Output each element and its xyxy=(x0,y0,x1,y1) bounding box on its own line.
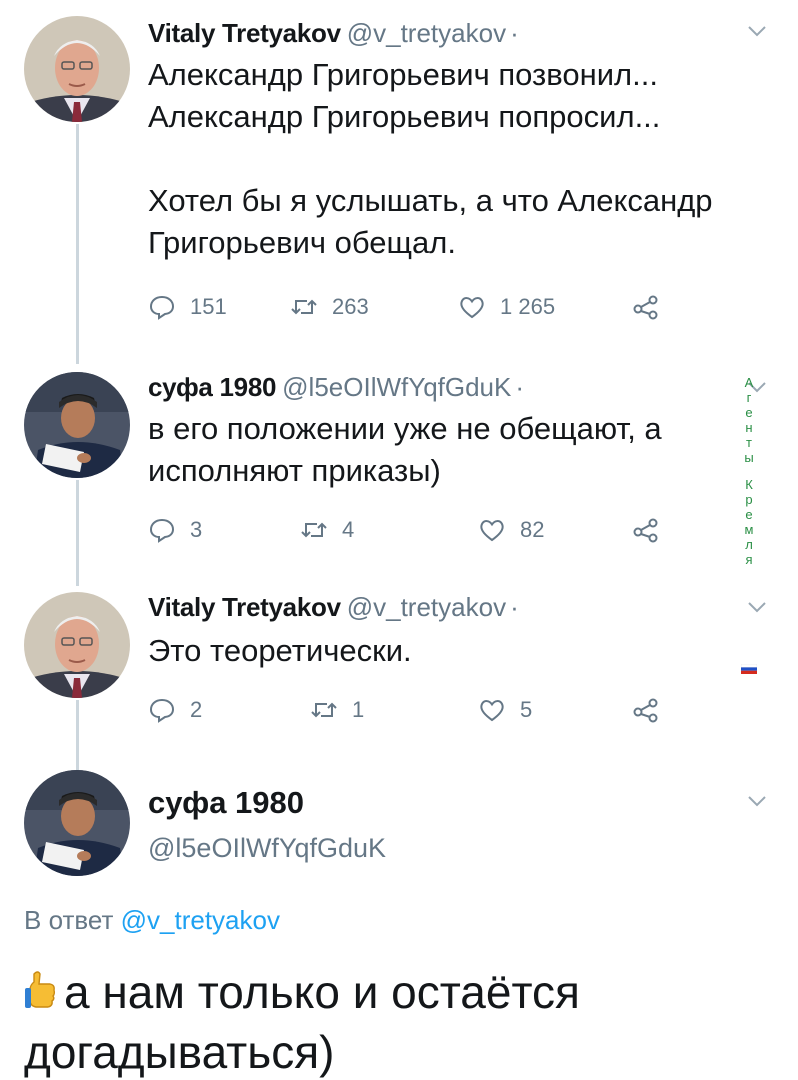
retweet-button[interactable]: 4 xyxy=(300,516,354,544)
share-button[interactable] xyxy=(632,516,674,544)
main-tweet-text: а нам только и остаётся догадываться) xyxy=(24,962,784,1080)
like-count: 5 xyxy=(520,697,533,722)
reply-icon xyxy=(149,698,175,723)
tweet-text: в его положении уже не обещают, а исполн… xyxy=(148,411,662,488)
share-button[interactable] xyxy=(632,696,674,724)
share-icon xyxy=(633,518,658,543)
thread-line xyxy=(76,700,79,770)
watermark-letter: ы xyxy=(744,450,754,465)
reply-context: В ответ @v_tretyakov xyxy=(24,905,280,936)
avatar[interactable] xyxy=(24,372,130,478)
author-handle[interactable]: @l5eOIlWfYqfGduK xyxy=(148,833,386,864)
author-name[interactable]: Vitaly Tretyakov xyxy=(148,18,341,48)
retweet-count: 1 xyxy=(352,697,365,722)
like-button[interactable]: 82 xyxy=(478,516,544,544)
tweet-text: Это теоретически. xyxy=(148,633,412,668)
tweet-header: Vitaly Tretyakov @v_tretyakov · xyxy=(148,592,519,623)
watermark-letter: е xyxy=(745,507,753,522)
share-icon xyxy=(633,295,658,320)
watermark-letter: р xyxy=(745,492,753,507)
reply-button[interactable]: 2 xyxy=(148,696,202,724)
watermark-letter: я xyxy=(745,552,753,567)
watermark: А г е н т ы К р е м л я xyxy=(738,375,760,567)
tweet-text: Александр Григорьевич позвонил... Алекса… xyxy=(148,57,713,260)
author-name[interactable]: суфа 1980 xyxy=(148,372,276,402)
reply-count: 2 xyxy=(190,697,203,722)
reply-handle-link[interactable]: @v_tretyakov xyxy=(121,905,280,935)
like-button[interactable]: 1 265 xyxy=(458,293,555,321)
caret-down-icon[interactable] xyxy=(746,20,768,42)
retweet-count: 263 xyxy=(332,294,369,319)
like-icon xyxy=(480,520,504,542)
share-button[interactable] xyxy=(632,293,674,321)
retweet-button[interactable]: 263 xyxy=(290,293,369,321)
thumbs-up-emoji xyxy=(25,971,56,1008)
watermark-letter: т xyxy=(746,435,752,450)
retweet-icon xyxy=(301,522,327,538)
author-handle[interactable]: @l5eOIlWfYqfGduK xyxy=(282,372,511,402)
watermark-letter: н xyxy=(745,420,753,435)
retweet-count: 4 xyxy=(342,517,355,542)
like-button[interactable]: 5 xyxy=(478,696,532,724)
reply-count: 151 xyxy=(190,294,227,319)
avatar[interactable] xyxy=(24,770,130,876)
watermark-letter: м xyxy=(744,522,754,537)
author-name[interactable]: Vitaly Tretyakov xyxy=(148,592,341,622)
reply-prefix: В ответ xyxy=(24,905,121,935)
reply-icon xyxy=(149,295,175,320)
avatar[interactable] xyxy=(24,592,130,698)
author-handle[interactable]: @v_tretyakov xyxy=(347,18,506,48)
retweet-icon xyxy=(311,702,337,718)
caret-down-icon[interactable] xyxy=(746,790,768,812)
retweet-button[interactable]: 1 xyxy=(310,696,364,724)
reply-icon xyxy=(149,518,175,543)
russia-flag-icon xyxy=(741,664,757,674)
reply-button[interactable]: 3 xyxy=(148,516,202,544)
watermark-letter: г xyxy=(746,390,752,405)
separator-dot: · xyxy=(515,372,525,402)
separator-dot: · xyxy=(510,592,519,622)
retweet-icon xyxy=(291,299,317,315)
like-icon xyxy=(460,297,484,319)
share-icon xyxy=(633,698,658,723)
author-name[interactable]: суфа 1980 xyxy=(148,785,304,821)
thread-line xyxy=(76,480,79,586)
author-handle[interactable]: @v_tretyakov xyxy=(347,592,506,622)
watermark-letter: л xyxy=(745,537,753,552)
tweet-header: Vitaly Tretyakov @v_tretyakov · xyxy=(148,18,519,49)
reply-count: 3 xyxy=(190,517,203,542)
caret-down-icon[interactable] xyxy=(746,596,768,618)
like-count: 1 265 xyxy=(500,294,556,319)
main-tweet-content: а нам только и остаётся догадываться) xyxy=(24,966,580,1078)
avatar[interactable] xyxy=(24,16,130,122)
tweet-actions: 3 4 82 xyxy=(148,516,668,548)
watermark-letter: К xyxy=(745,477,753,492)
reply-button[interactable]: 151 xyxy=(148,293,227,321)
tweet-actions: 2 1 5 xyxy=(148,696,668,728)
watermark-letter: е xyxy=(745,405,753,420)
tweet-header: суфа 1980 @l5eOIlWfYqfGduK · xyxy=(148,372,524,403)
tweet-actions: 151 263 1 265 xyxy=(148,293,668,325)
watermark-letter: А xyxy=(744,375,754,390)
separator-dot: · xyxy=(510,18,519,48)
thread-line xyxy=(76,124,79,364)
like-count: 82 xyxy=(520,517,545,542)
like-icon xyxy=(480,700,504,722)
